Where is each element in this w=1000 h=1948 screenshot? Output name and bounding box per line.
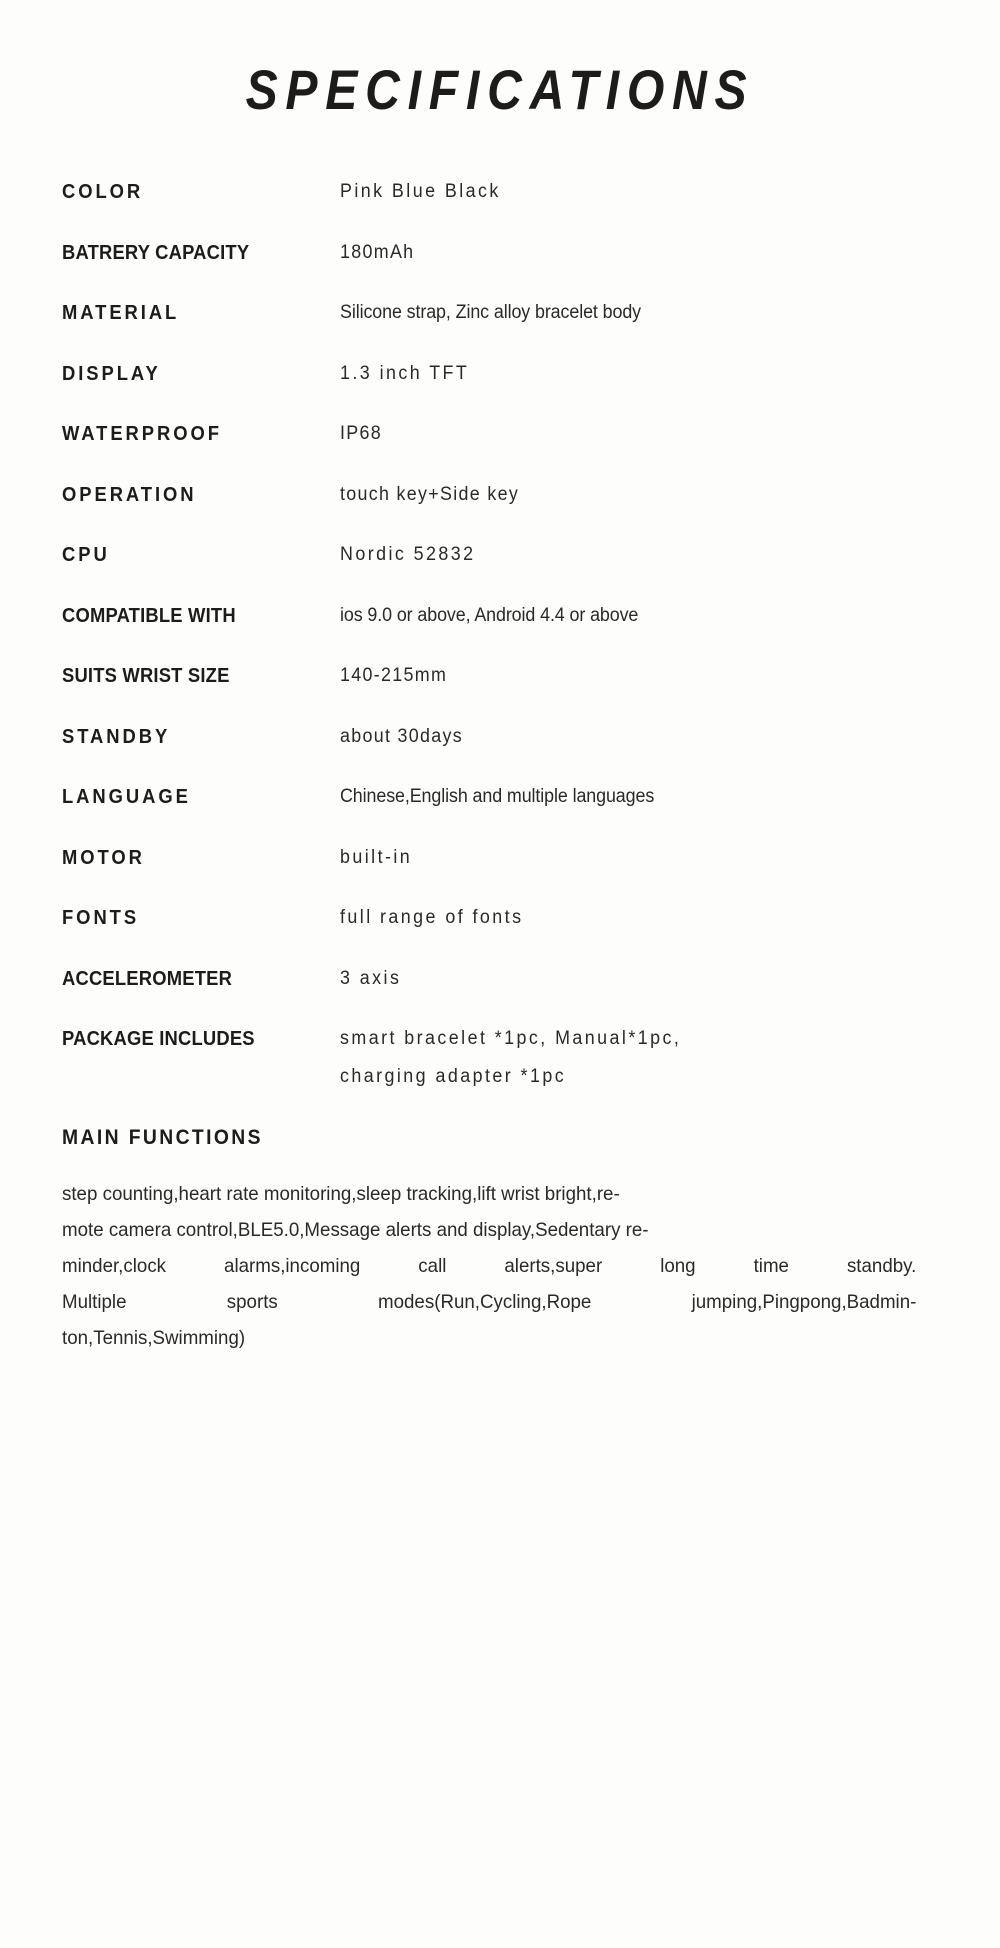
- spec-value-waterproof: IP68: [340, 423, 383, 444]
- spec-value-standby: about 30days: [340, 725, 464, 747]
- main-functions-line-3-c: call: [418, 1254, 447, 1277]
- spec-value-battery-capacity: 180mAh: [340, 241, 415, 263]
- main-functions-line-4-b: sports: [226, 1290, 278, 1313]
- spec-label-package-includes: PACKAGE INCLUDES: [62, 1028, 255, 1050]
- spec-row-language: LANGUAGE Chinese,English and multiple la…: [62, 785, 960, 809]
- main-functions-line-4-d: jumping,Pingpong,Badmin-: [691, 1290, 917, 1313]
- spec-label-color: COLOR: [62, 181, 144, 203]
- spec-row-operation: OPERATION touch key+Side key: [62, 483, 960, 507]
- spec-value-language: Chinese,English and multiple languages: [340, 786, 655, 807]
- spec-value-fonts: full range of fonts: [340, 907, 524, 928]
- spec-label-compatible-with: COMPATIBLE WITH: [62, 604, 236, 627]
- main-functions-line-3-f: time: [753, 1254, 789, 1277]
- spec-value-suits-wrist-size: 140-215mm: [340, 665, 448, 686]
- spec-label-cpu: CPU: [62, 544, 110, 566]
- spec-row-cpu: CPU Nordic 52832: [62, 543, 960, 567]
- main-functions-line-3-d: alerts,super: [504, 1254, 603, 1277]
- main-functions-line-2: mote camera control,BLE5.0,Message alert…: [62, 1218, 649, 1241]
- spec-row-package-includes: PACKAGE INCLUDES smart bracelet *1pc, Ma…: [62, 1027, 960, 1089]
- spec-value-cpu: Nordic 52832: [340, 544, 476, 565]
- main-functions-line-5: ton,Tennis,Swimming): [62, 1326, 246, 1349]
- spec-row-color: COLOR Pink Blue Black: [62, 180, 960, 204]
- spec-value-motor: built-in: [340, 846, 413, 868]
- spec-label-operation: OPERATION: [62, 483, 197, 506]
- spec-row-compatible-with: COMPATIBLE WITH ios 9.0 or above, Androi…: [62, 604, 960, 628]
- main-functions-body: step counting,heart rate monitoring,slee…: [62, 1176, 916, 1356]
- spec-row-battery-capacity: BATRERY CAPACITY 180mAh: [62, 241, 960, 265]
- spec-row-accelerometer: ACCELEROMETER 3 axis: [62, 967, 960, 991]
- spec-label-language: LANGUAGE: [62, 786, 191, 808]
- spec-row-waterproof: WATERPROOF IP68: [62, 422, 960, 446]
- spec-value-color: Pink Blue Black: [340, 181, 501, 202]
- main-functions-line-1: step counting,heart rate monitoring,slee…: [62, 1182, 620, 1205]
- main-functions-line-3-b: alarms,incoming: [224, 1254, 361, 1277]
- spec-row-motor: MOTOR built-in: [62, 846, 960, 870]
- main-functions-line-3-a: minder,clock: [62, 1254, 167, 1277]
- main-functions-line-4-c: modes(Run,Cycling,Rope: [378, 1290, 592, 1313]
- spec-value-material: Silicone strap, Zinc alloy bracelet body: [340, 302, 642, 323]
- spec-value-compatible-with: ios 9.0 or above, Android 4.4 or above: [340, 604, 639, 626]
- spec-row-suits-wrist-size: SUITS WRIST SIZE 140-215mm: [62, 664, 960, 688]
- main-functions-line-4: Multiple sports modes(Run,Cycling,Rope j…: [62, 1284, 916, 1320]
- spec-label-display: DISPLAY: [62, 362, 161, 385]
- spec-label-suits-wrist-size: SUITS WRIST SIZE: [62, 665, 230, 687]
- spec-label-accelerometer: ACCELEROMETER: [62, 967, 233, 990]
- main-functions-heading: MAIN FUNCTIONS: [62, 1125, 263, 1149]
- spec-value-operation: touch key+Side key: [340, 483, 520, 505]
- spec-label-standby: STANDBY: [62, 725, 171, 748]
- main-functions-section: MAIN FUNCTIONS step counting,heart rate …: [0, 1126, 1000, 1356]
- main-functions-line-4-a: Multiple: [62, 1290, 127, 1313]
- spec-value-package-includes-line-1: smart bracelet *1pc, Manual*1pc,: [340, 1028, 682, 1049]
- specifications-table: COLOR Pink Blue Black BATRERY CAPACITY 1…: [0, 180, 1000, 1089]
- spec-row-fonts: FONTS full range of fonts: [62, 906, 960, 930]
- main-functions-line-3-g: standby.: [846, 1254, 917, 1277]
- spec-label-fonts: FONTS: [62, 907, 140, 929]
- spec-label-waterproof: WATERPROOF: [62, 423, 222, 445]
- spec-row-material: MATERIAL Silicone strap, Zinc alloy brac…: [62, 301, 960, 325]
- page-title: SPECIFICATIONS: [245, 58, 755, 121]
- spec-label-battery-capacity: BATRERY CAPACITY: [62, 241, 250, 264]
- spec-label-material: MATERIAL: [62, 302, 180, 324]
- spec-value-display: 1.3 inch TFT: [340, 362, 470, 384]
- specifications-sheet: SPECIFICATIONS COLOR Pink Blue Black BAT…: [0, 0, 1000, 1948]
- spec-row-display: DISPLAY 1.3 inch TFT: [62, 362, 960, 386]
- spec-value-package-includes: smart bracelet *1pc, Manual*1pc, chargin…: [340, 1027, 923, 1089]
- main-functions-line-3-e: long: [660, 1254, 696, 1277]
- spec-label-motor: MOTOR: [62, 846, 145, 869]
- main-functions-line-3: minder,clock alarms,incoming call alerts…: [62, 1248, 916, 1284]
- spec-value-package-includes-line-2: charging adapter *1pc: [340, 1066, 567, 1087]
- spec-row-standby: STANDBY about 30days: [62, 725, 960, 749]
- spec-value-accelerometer: 3 axis: [340, 967, 402, 989]
